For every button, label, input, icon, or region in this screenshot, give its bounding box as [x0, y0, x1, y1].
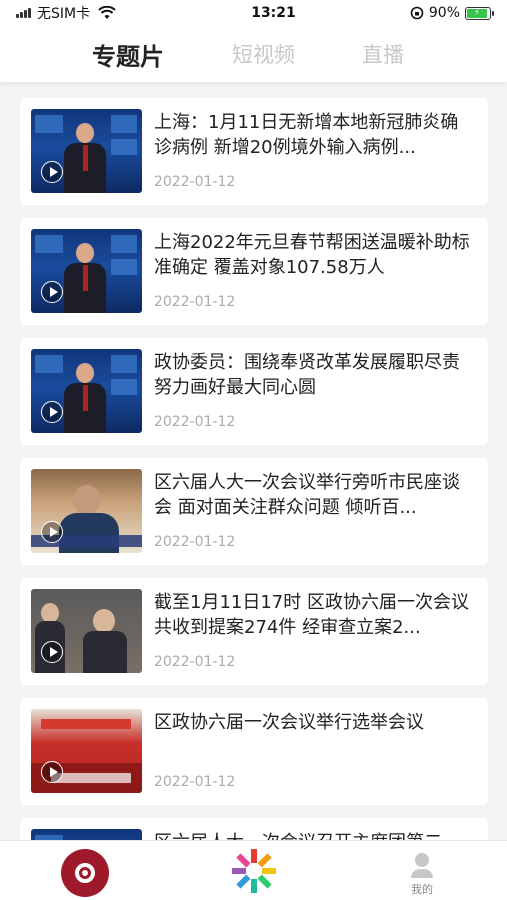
- video-date: 2022-01-12: [154, 534, 236, 550]
- video-card[interactable]: 上海2022年元旦春节帮困送温暖补助标准确定 覆盖对象107.58万人 2022…: [20, 218, 488, 325]
- video-title: 区六届人大一次会议召开主席团第二: [154, 830, 476, 840]
- battery-percent: 90%: [428, 5, 460, 21]
- video-thumbnail: [31, 109, 142, 193]
- video-thumbnail: [31, 469, 142, 553]
- video-thumbnail: [31, 829, 142, 840]
- video-card[interactable]: 截至1月11日17时 区政协六届一次会议共收到提案274件 经审查立案2... …: [20, 578, 488, 685]
- video-date: 2022-01-12: [154, 294, 236, 310]
- play-icon: [41, 281, 63, 303]
- video-list: 上海：1月11日无新增本地新冠肺炎确诊病例 新增20例境外输入病例... 202…: [0, 98, 507, 840]
- video-card[interactable]: 上海：1月11日无新增本地新冠肺炎确诊病例 新增20例境外输入病例... 202…: [20, 98, 488, 205]
- video-title: 政协委员：围绕奉贤改革发展履职尽责 努力画好最大同心圆: [154, 352, 460, 398]
- video-card[interactable]: 区六届人大一次会议召开主席团第二: [20, 818, 488, 840]
- tab-documentary[interactable]: 专题片: [92, 37, 164, 72]
- star-logo-icon[interactable]: [230, 847, 278, 895]
- play-icon: [41, 521, 63, 543]
- status-bar: 无SIM卡 13:21 90% ⚡: [0, 0, 507, 26]
- status-right: 90% ⚡: [381, 5, 494, 21]
- status-left: 无SIM卡: [16, 3, 196, 23]
- bottom-nav: 我的: [0, 840, 507, 900]
- video-title: 区六届人大一次会议举行旁听市民座谈会 面对面关注群众问题 倾听百...: [154, 472, 460, 518]
- video-date: 2022-01-12: [154, 774, 236, 790]
- video-thumbnail: [31, 229, 142, 313]
- video-date: 2022-01-12: [154, 174, 236, 190]
- signal-icon: [16, 8, 31, 18]
- play-icon: [41, 761, 63, 783]
- user-icon: [415, 853, 429, 867]
- tab-live[interactable]: 直播: [362, 39, 404, 69]
- video-date: 2022-01-12: [154, 654, 236, 670]
- video-date: 2022-01-12: [154, 414, 236, 430]
- play-icon: [41, 401, 63, 423]
- video-title: 上海2022年元旦春节帮困送温暖补助标准确定 覆盖对象107.58万人: [154, 232, 470, 278]
- video-thumbnail: [31, 589, 142, 673]
- video-title: 截至1月11日17时 区政协六届一次会议共收到提案274件 经审查立案2...: [154, 592, 469, 638]
- wifi-icon: [98, 6, 116, 19]
- carrier-label: 无SIM卡: [37, 6, 91, 22]
- battery-icon: ⚡: [465, 6, 494, 20]
- video-card[interactable]: 政协委员：围绕奉贤改革发展履职尽责 努力画好最大同心圆 2022-01-12: [20, 338, 488, 445]
- tab-bar: 专题片 短视频 直播: [0, 26, 507, 82]
- video-card[interactable]: 区六届人大一次会议举行旁听市民座谈会 面对面关注群众问题 倾听百... 2022…: [20, 458, 488, 565]
- video-card[interactable]: 区政协六届一次会议举行选举会议 2022-01-12: [20, 698, 488, 805]
- video-thumbnail: [31, 349, 142, 433]
- video-title: 上海：1月11日无新增本地新冠肺炎确诊病例 新增20例境外输入病例...: [154, 112, 459, 158]
- play-icon: [41, 161, 63, 183]
- play-icon: [41, 641, 63, 663]
- nav-me[interactable]: 我的: [400, 849, 444, 897]
- record-disc-icon[interactable]: [61, 849, 109, 897]
- video-thumbnail: [31, 709, 142, 793]
- orientation-lock-icon: [410, 6, 424, 20]
- tab-short-video[interactable]: 短视频: [232, 39, 295, 69]
- video-title: 区政协六届一次会议举行选举会议: [154, 712, 424, 733]
- nav-me-label: 我的: [411, 883, 433, 896]
- status-time: 13:21: [251, 5, 296, 21]
